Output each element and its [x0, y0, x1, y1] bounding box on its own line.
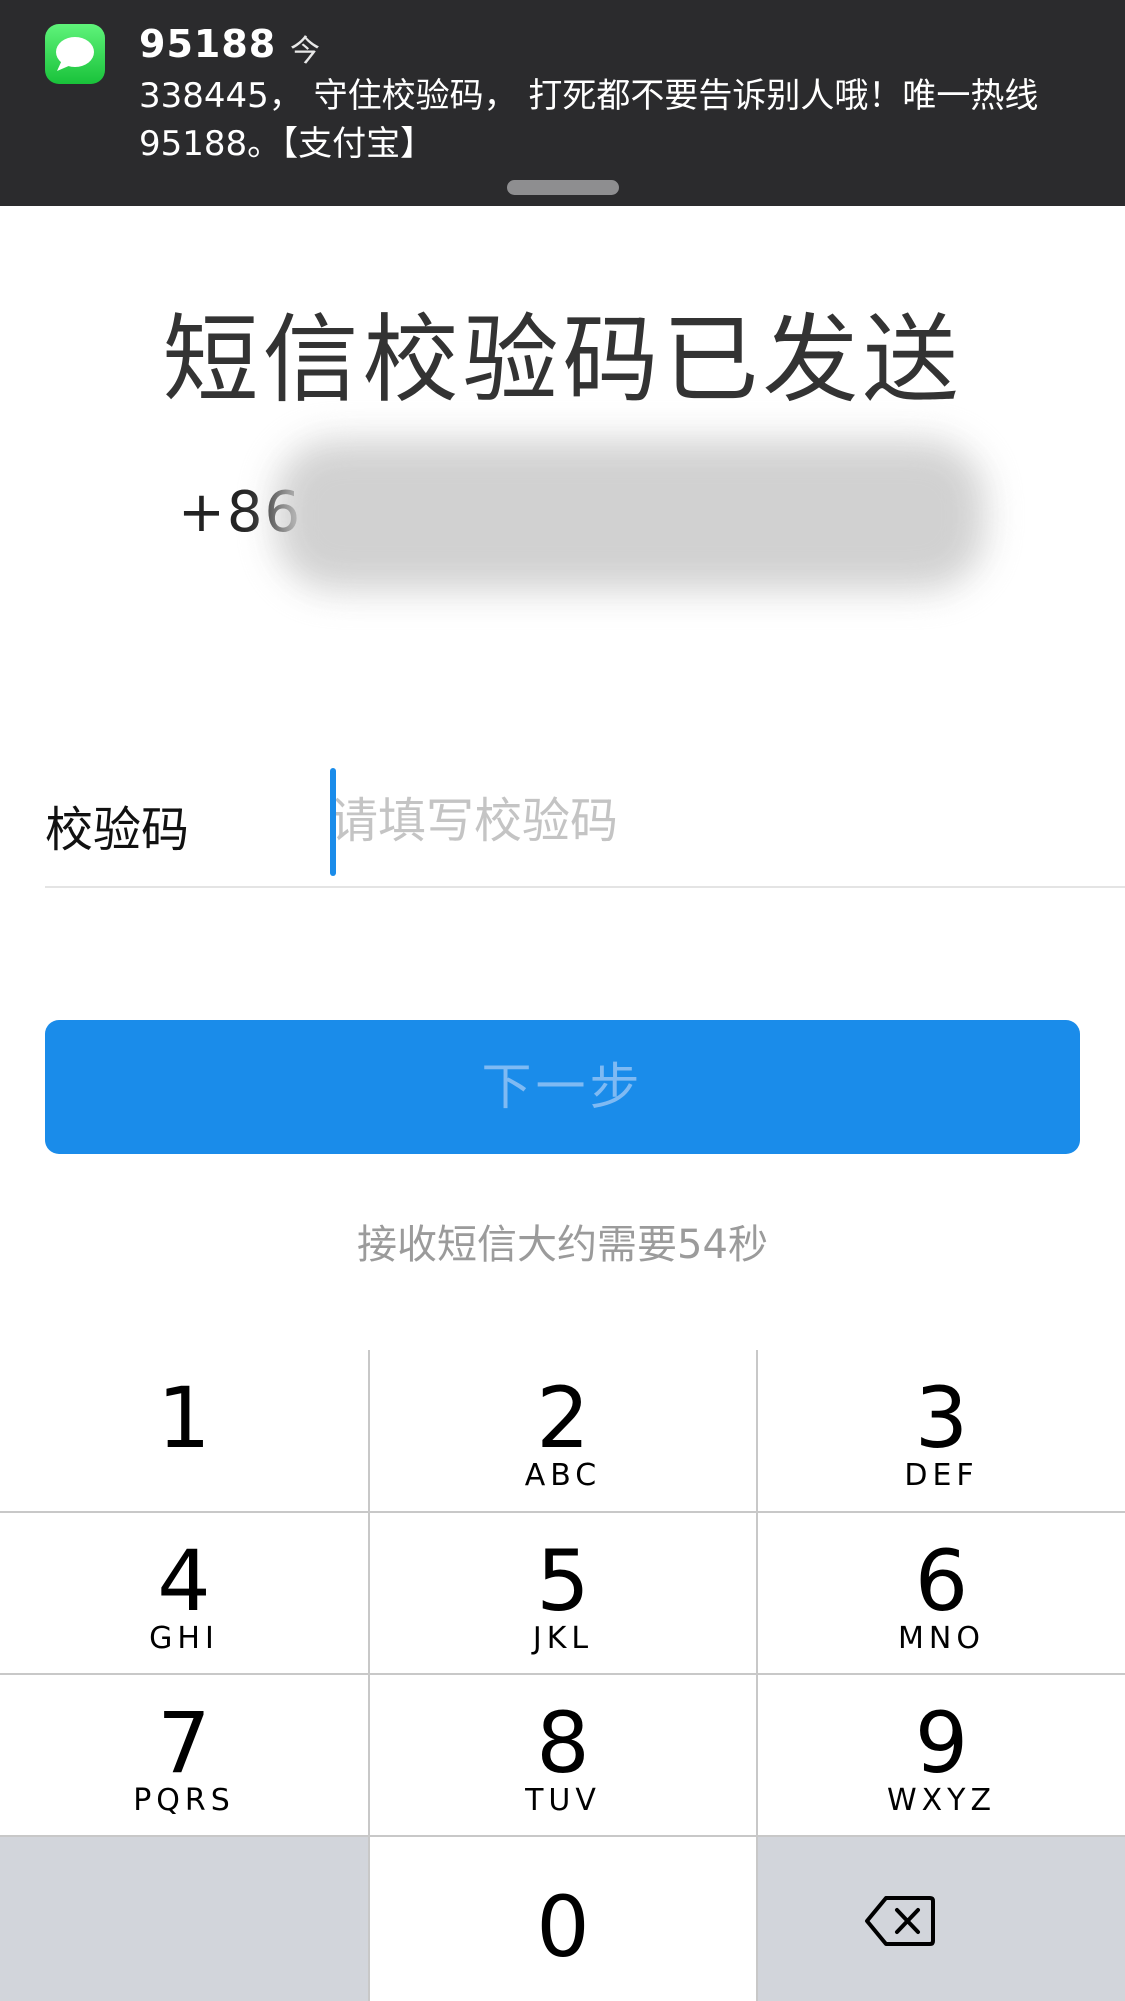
key-letters: PQRS — [133, 1783, 235, 1818]
key-digit: 0 — [536, 1878, 590, 1976]
key-letters: TUV — [525, 1783, 601, 1818]
key-digit: 7 — [157, 1694, 211, 1792]
messages-bubble-icon — [45, 24, 105, 84]
key-digit: 9 — [914, 1694, 969, 1792]
key-1[interactable]: 1 — [0, 1350, 368, 1511]
next-step-button[interactable]: 下一步 — [45, 1020, 1080, 1154]
key-letters: ABC — [524, 1458, 602, 1493]
key-digit: 5 — [536, 1532, 590, 1630]
key-digit: 4 — [157, 1532, 211, 1630]
key-blank — [0, 1837, 368, 2001]
key-letters: JKL — [532, 1621, 594, 1656]
key-8[interactable]: 8 TUV — [370, 1675, 756, 1835]
key-3[interactable]: 3 DEF — [758, 1350, 1125, 1511]
notification-time: 今 — [290, 34, 320, 69]
key-5[interactable]: 5 JKL — [370, 1513, 756, 1673]
key-digit: 2 — [536, 1369, 590, 1467]
key-letters: DEF — [904, 1458, 979, 1493]
keypad-divider — [368, 1350, 370, 2001]
backspace-key[interactable] — [758, 1837, 1125, 2001]
phone-number-blurred — [275, 440, 985, 590]
key-4[interactable]: 4 GHI — [0, 1513, 368, 1673]
key-7[interactable]: 7 PQRS — [0, 1675, 368, 1835]
key-6[interactable]: 6 MNO — [758, 1513, 1125, 1673]
key-0[interactable]: 0 — [370, 1837, 756, 2001]
page-title: 短信校验码已发送 — [162, 304, 963, 416]
verification-code-input[interactable] — [330, 766, 1090, 876]
text-cursor — [330, 768, 336, 876]
numeric-keypad: 1 2 ABC 3 DEF 4 GHI 5 JKL 6 MNO 7 PQRS 8… — [0, 1350, 1125, 2001]
key-letters: MNO — [898, 1621, 985, 1656]
keypad-divider — [0, 1835, 1125, 1837]
key-9[interactable]: 9 WXYZ — [758, 1675, 1125, 1835]
key-2[interactable]: 2 ABC — [370, 1350, 756, 1511]
key-letters: WXYZ — [886, 1783, 997, 1818]
key-digit: 1 — [157, 1369, 211, 1467]
key-digit: 8 — [536, 1694, 590, 1792]
notification-body: 338445， 守住校验码， 打死都不要告诉别人哦！唯一热线95188。【支付宝… — [139, 76, 1039, 164]
key-letters: GHI — [149, 1621, 219, 1656]
notification-banner[interactable]: 95188 今 338445， 守住校验码， 打死都不要告诉别人哦！唯一热线95… — [0, 0, 1125, 206]
notification-sender: 95188 — [139, 22, 277, 66]
key-digit: 6 — [914, 1532, 969, 1630]
keypad-divider — [756, 1350, 758, 2001]
sms-wait-hint: 接收短信大约需要54秒 — [357, 1222, 768, 1268]
keypad-divider — [0, 1673, 1125, 1675]
input-divider — [45, 886, 1125, 888]
key-digit: 3 — [914, 1369, 969, 1467]
backspace-icon — [865, 1896, 935, 1946]
keypad-divider — [0, 1511, 1125, 1513]
code-field-label: 校验码 — [45, 802, 190, 858]
notification-drag-handle[interactable] — [507, 180, 619, 195]
